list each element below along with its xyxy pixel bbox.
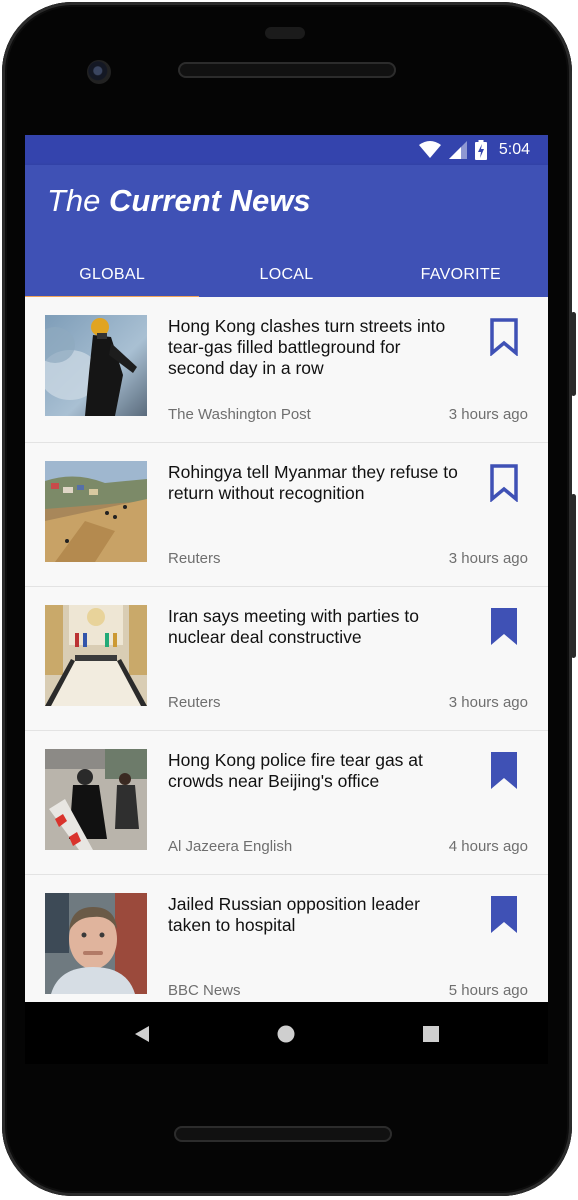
bookmark-filled-icon[interactable] bbox=[489, 608, 519, 646]
navigation-bar bbox=[25, 1002, 548, 1064]
article-time: 3 hours ago bbox=[448, 550, 528, 567]
bookmark-filled-icon[interactable] bbox=[489, 752, 519, 790]
article-thumbnail bbox=[45, 461, 147, 562]
bottom-speaker-grille bbox=[174, 1126, 392, 1142]
tab-label: FAVORITE bbox=[420, 266, 501, 283]
bookmark-filled-icon[interactable] bbox=[489, 896, 519, 934]
article-thumbnail bbox=[45, 315, 147, 416]
app-title-bold: Current News bbox=[109, 183, 311, 218]
front-camera bbox=[87, 60, 111, 84]
app-title: The Current News bbox=[47, 183, 311, 219]
status-time: 5:04 bbox=[498, 141, 530, 158]
back-icon[interactable] bbox=[131, 1022, 155, 1046]
recents-icon[interactable] bbox=[419, 1022, 443, 1046]
article-headline: Hong Kong police fire tear gas at crowds… bbox=[168, 750, 423, 791]
article-thumbnail bbox=[45, 605, 147, 706]
top-speaker-grille bbox=[178, 62, 396, 78]
article-source: The Washington Post bbox=[168, 406, 311, 423]
tab-bar: GLOBAL LOCAL FAVORITE bbox=[25, 253, 548, 299]
battery-charging-icon bbox=[474, 140, 487, 160]
screen: 5:04 The Current News GLOBAL LOCAL FAVOR… bbox=[25, 135, 548, 1002]
tab-label: GLOBAL bbox=[79, 266, 146, 283]
news-card[interactable]: Hong Kong clashes turn streets into tear… bbox=[25, 297, 548, 443]
tab-global[interactable]: GLOBAL bbox=[25, 253, 199, 299]
app-bar: The Current News GLOBAL LOCAL FAVORITE bbox=[25, 165, 548, 299]
article-time: 5 hours ago bbox=[448, 982, 528, 999]
article-source: BBC News bbox=[168, 982, 241, 999]
wifi-icon bbox=[418, 141, 441, 158]
tab-local[interactable]: LOCAL bbox=[199, 253, 373, 297]
article-headline: Iran says meeting with parties to nuclea… bbox=[168, 606, 419, 647]
news-card[interactable]: Hong Kong police fire tear gas at crowds… bbox=[25, 731, 548, 875]
article-thumbnail bbox=[45, 893, 147, 994]
home-icon[interactable] bbox=[274, 1022, 298, 1046]
signal-icon bbox=[448, 141, 467, 159]
article-headline: Jailed Russian opposition leader taken t… bbox=[168, 894, 420, 935]
article-time: 3 hours ago bbox=[448, 694, 528, 711]
article-time: 3 hours ago bbox=[448, 406, 528, 423]
news-card[interactable]: Iran says meeting with parties to nuclea… bbox=[25, 587, 548, 731]
article-time: 4 hours ago bbox=[448, 838, 528, 855]
news-list: Hong Kong clashes turn streets into tear… bbox=[25, 297, 548, 1002]
article-source: Reuters bbox=[168, 694, 221, 711]
tab-label: LOCAL bbox=[259, 266, 314, 283]
article-source: Al Jazeera English bbox=[168, 838, 293, 855]
bookmark-outline-icon[interactable] bbox=[489, 464, 519, 502]
article-headline: Rohingya tell Myanmar they refuse to ret… bbox=[168, 462, 458, 503]
news-card[interactable]: Rohingya tell Myanmar they refuse to ret… bbox=[25, 443, 548, 587]
app-title-light: The bbox=[47, 183, 101, 218]
article-source: Reuters bbox=[168, 550, 221, 567]
volume-button bbox=[571, 494, 576, 658]
bookmark-outline-icon[interactable] bbox=[489, 318, 519, 356]
article-thumbnail bbox=[45, 749, 147, 850]
article-headline: Hong Kong clashes turn streets into tear… bbox=[168, 316, 446, 378]
tab-favorite[interactable]: FAVORITE bbox=[374, 253, 548, 297]
news-card[interactable]: Jailed Russian opposition leader taken t… bbox=[25, 875, 548, 1002]
earpiece bbox=[265, 27, 305, 39]
status-bar: 5:04 bbox=[25, 135, 548, 165]
power-button bbox=[571, 312, 576, 396]
